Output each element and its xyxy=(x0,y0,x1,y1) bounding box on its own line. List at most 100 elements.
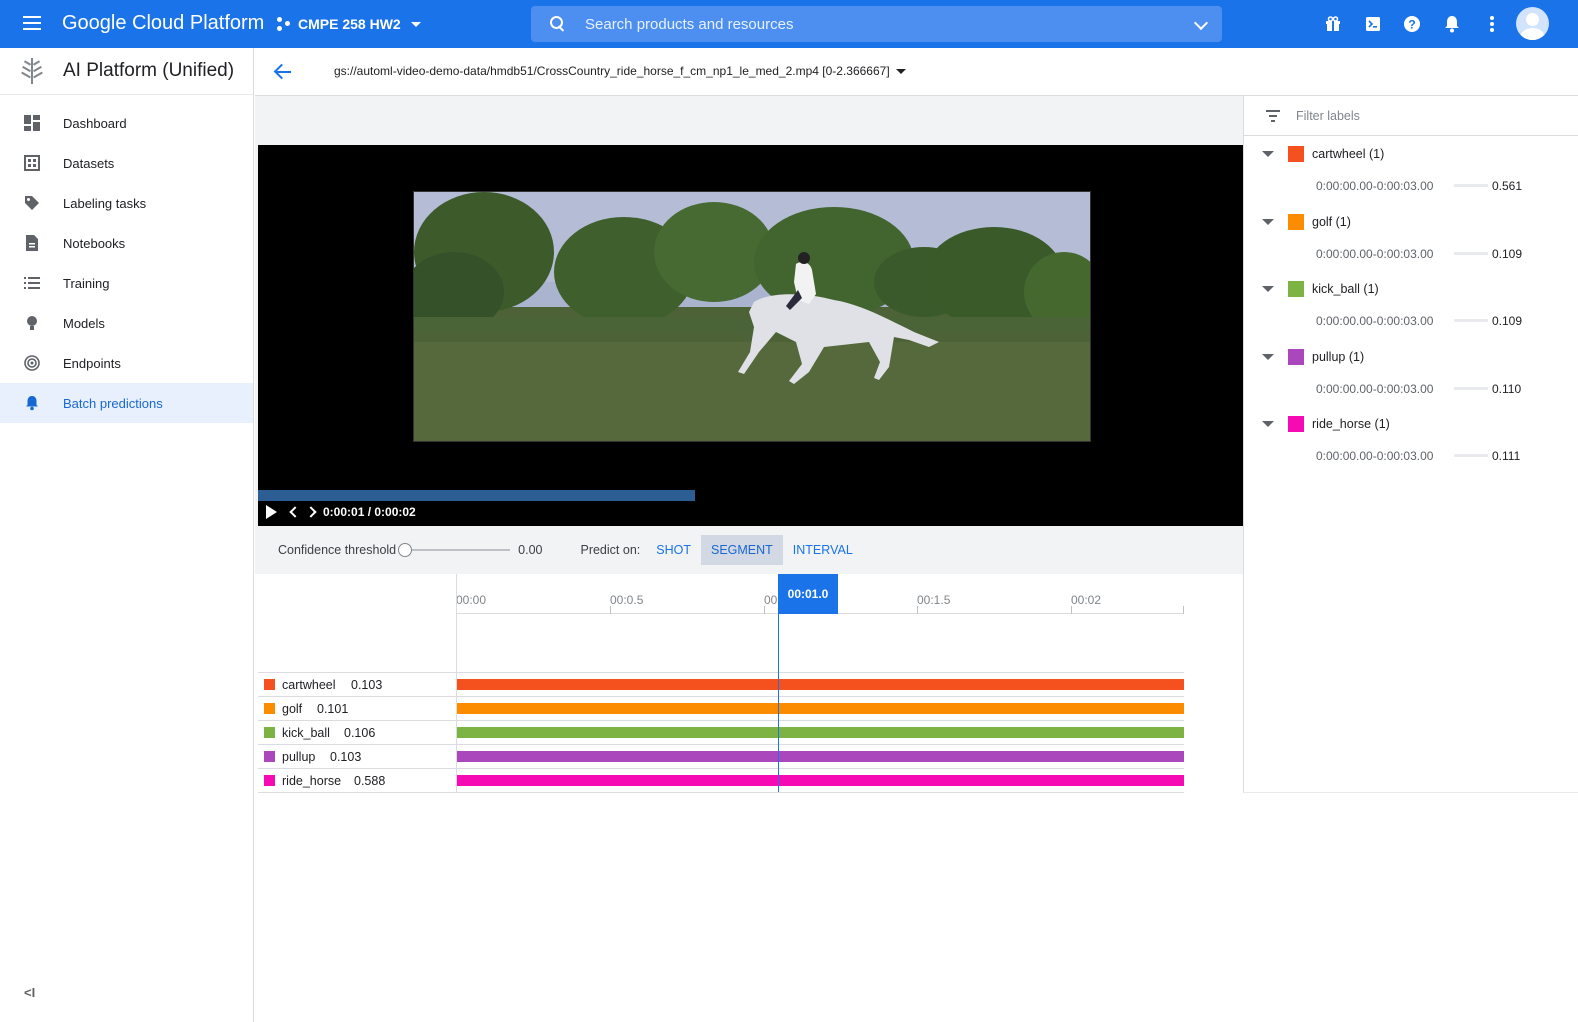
slider-thumb[interactable] xyxy=(398,543,413,557)
timeline-segment-bar[interactable] xyxy=(457,703,1184,714)
sidebar-item-label: Dashboard xyxy=(63,115,127,131)
label-group-header[interactable]: ride_horse (1) xyxy=(1262,414,1390,434)
tab-interval[interactable]: INTERVAL xyxy=(783,535,863,565)
video-progress-bar[interactable] xyxy=(258,490,696,501)
timeline-label-score: 0.106 xyxy=(344,726,376,740)
confidence-threshold-value: 0.00 xyxy=(518,543,543,557)
next-frame-button[interactable] xyxy=(305,506,319,518)
segment-time-range[interactable]: 0:00:00.00-0:00:03.00 xyxy=(1316,314,1433,328)
confidence-bar xyxy=(1454,184,1488,187)
segment-time-range[interactable]: 0:00:00.00-0:00:03.00 xyxy=(1316,382,1433,396)
avatar[interactable] xyxy=(1516,7,1549,40)
sidebar-item-batch-predictions[interactable]: Batch predictions xyxy=(0,383,253,423)
label-name: pullup (1) xyxy=(1312,349,1365,364)
tick-label: 00:1.5 xyxy=(917,593,951,607)
help-icon[interactable]: ? xyxy=(1402,14,1422,34)
back-arrow-icon[interactable] xyxy=(273,62,293,82)
timeline-row-pullup[interactable]: pullup 0.103 xyxy=(258,745,1184,769)
label-group-header[interactable]: pullup (1) xyxy=(1262,347,1364,367)
label-group-header[interactable]: golf (1) xyxy=(1262,212,1351,232)
video-controls: 0:00:01 / 0:00:02 xyxy=(258,502,558,522)
tick-mark xyxy=(917,606,918,614)
timeline-segment-bar[interactable] xyxy=(457,775,1184,786)
bell-icon xyxy=(23,394,41,412)
sidebar: AI Platform (Unified) Dashboard Datasets… xyxy=(0,48,254,1022)
previous-frame-button[interactable] xyxy=(287,506,301,518)
label-group-header[interactable]: kick_ball (1) xyxy=(1262,279,1379,299)
video-file-selector[interactable]: gs://automl-video-demo-data/hmdb51/Cross… xyxy=(334,64,906,78)
notifications-icon[interactable] xyxy=(1442,14,1462,34)
play-icon xyxy=(266,505,277,519)
sidebar-item-labeling-tasks[interactable]: Labeling tasks xyxy=(0,183,253,223)
tick-label: 00 xyxy=(764,593,778,607)
timeline-label-name: golf xyxy=(282,702,303,716)
ai-platform-logo-icon xyxy=(21,58,43,84)
segment-time-range[interactable]: 0:00:00.00-0:00:03.00 xyxy=(1316,179,1433,193)
label-color-swatch xyxy=(1288,213,1304,230)
sidebar-item-training[interactable]: Training xyxy=(0,263,253,303)
tick-label: 00:02 xyxy=(1071,593,1102,607)
more-vert-icon[interactable] xyxy=(1482,14,1502,34)
terminal-icon[interactable] xyxy=(1363,14,1383,34)
confidence-bar xyxy=(1454,251,1488,255)
confidence-threshold-slider[interactable] xyxy=(398,543,511,557)
sidebar-item-endpoints[interactable]: Endpoints xyxy=(0,343,253,383)
tag-icon xyxy=(23,194,41,212)
label-color-swatch xyxy=(264,703,275,714)
timeline-row-cartwheel[interactable]: cartwheel 0.103 xyxy=(258,673,1184,697)
timeline-label-score: 0.588 xyxy=(354,774,386,788)
label-group-cartwheel: cartwheel (1) 0:00:00.00-0:00:03.00 0.56… xyxy=(1244,136,1578,204)
filter-labels-bar[interactable] xyxy=(1244,96,1578,136)
tab-shot[interactable]: SHOT xyxy=(646,535,701,565)
sidebar-item-label: Labeling tasks xyxy=(63,195,147,211)
datasets-icon xyxy=(23,154,41,172)
tick-mark xyxy=(764,606,765,614)
timeline-segment-bar[interactable] xyxy=(457,727,1184,738)
confidence-score: 0.561 xyxy=(1492,179,1523,193)
chevron-right-icon xyxy=(305,506,317,518)
timeline-row-kick-ball[interactable]: kick_ball 0.106 xyxy=(258,721,1184,745)
search-input[interactable] xyxy=(585,15,1165,33)
project-selector[interactable]: CMPE 258 HW2 xyxy=(276,13,421,35)
tick-mark xyxy=(1183,606,1184,614)
timeline-playhead[interactable]: 00:01.0 xyxy=(778,574,838,614)
timeline-segment-bar[interactable] xyxy=(457,679,1184,690)
sidebar-item-notebooks[interactable]: Notebooks xyxy=(0,223,253,263)
video-player[interactable]: 0:00:01 / 0:00:02 xyxy=(258,145,1243,526)
label-group-kick-ball: kick_ball (1) 0:00:00.00-0:00:03.00 0.10… xyxy=(1244,271,1578,339)
sidebar-item-label: Batch predictions xyxy=(63,395,163,411)
timeline-label-score: 0.103 xyxy=(351,678,383,692)
dashboard-icon xyxy=(23,114,41,132)
menu-icon[interactable] xyxy=(20,12,44,36)
collapse-sidebar-button[interactable]: <I xyxy=(24,985,35,1000)
predict-on-label: Predict on: xyxy=(580,543,641,557)
timeline-playhead-line xyxy=(778,614,779,792)
sidebar-item-dashboard[interactable]: Dashboard xyxy=(0,103,253,143)
timeline-rows: cartwheel 0.103 golf 0.101 kick_ball 0.1… xyxy=(258,672,1184,793)
timeline-segment-bar[interactable] xyxy=(457,751,1184,762)
chevron-down-icon[interactable] xyxy=(1193,15,1209,31)
sidebar-item-datasets[interactable]: Datasets xyxy=(0,143,253,183)
search-bar[interactable] xyxy=(531,6,1222,42)
confidence-score: 0.109 xyxy=(1492,314,1523,328)
caret-down-icon xyxy=(895,68,906,74)
timeline-row-ride-horse[interactable]: ride_horse 0.588 xyxy=(258,769,1184,793)
filter-labels-input[interactable] xyxy=(1296,108,1536,123)
segment-time-range[interactable]: 0:00:00.00-0:00:03.00 xyxy=(1316,449,1433,463)
timeline-row-golf[interactable]: golf 0.101 xyxy=(258,697,1184,721)
label-group-header[interactable]: cartwheel (1) xyxy=(1262,144,1384,164)
expand-triangle-icon xyxy=(1262,218,1274,225)
tab-segment[interactable]: SEGMENT xyxy=(700,535,783,565)
segment-time-range[interactable]: 0:00:00.00-0:00:03.00 xyxy=(1316,247,1433,261)
play-button[interactable] xyxy=(266,505,277,519)
brand-title[interactable]: Google Cloud Platform xyxy=(62,12,264,35)
chevron-left-icon xyxy=(289,506,301,518)
video-frame[interactable] xyxy=(413,191,1091,442)
label-group-ride-horse: ride_horse (1) 0:00:00.00-0:00:03.00 0.1… xyxy=(1244,406,1578,474)
sidebar-item-models[interactable]: Models xyxy=(0,303,253,343)
caret-down-icon xyxy=(410,21,421,27)
svg-text:?: ? xyxy=(1408,18,1415,32)
confidence-bar xyxy=(1454,454,1488,457)
gift-icon[interactable] xyxy=(1323,14,1343,34)
label-name: ride_horse (1) xyxy=(1312,417,1390,431)
